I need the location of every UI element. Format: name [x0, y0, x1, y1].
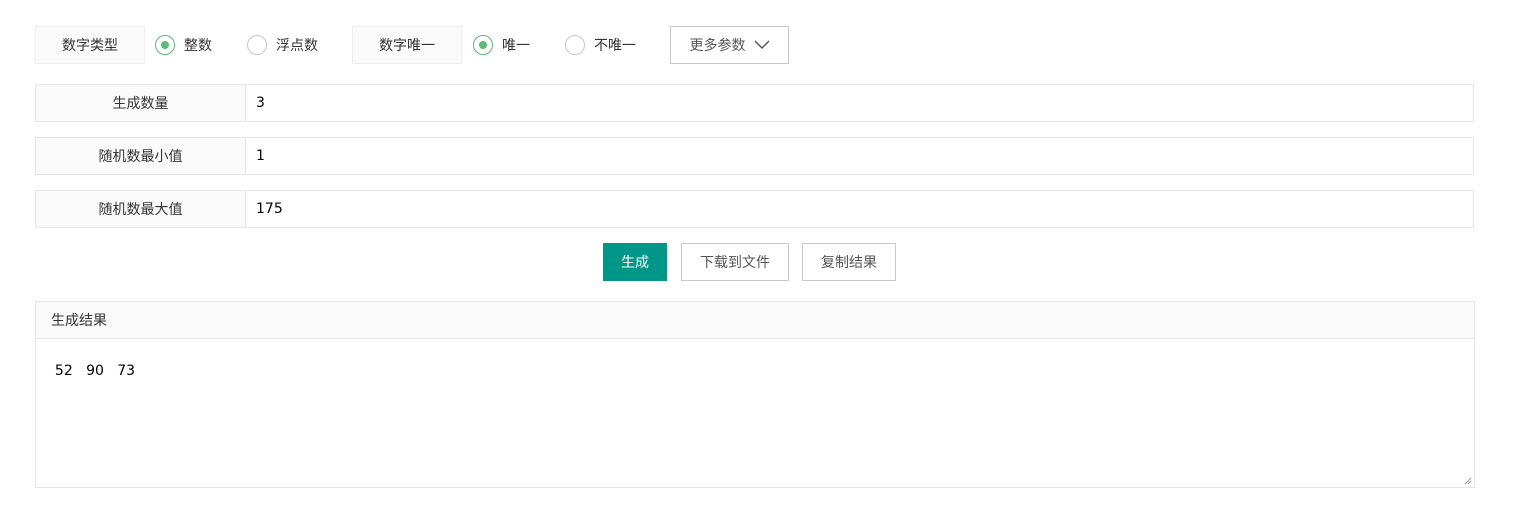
min-row: 随机数最小值 [35, 137, 1474, 175]
radio-float-label: 浮点数 [276, 38, 318, 54]
result-content: 52 90 73 [54, 363, 136, 379]
min-label: 随机数最小值 [36, 138, 246, 174]
max-label: 随机数最大值 [36, 191, 246, 227]
number-type-label: 数字类型 [35, 26, 145, 64]
download-button[interactable]: 下载到文件 [681, 243, 789, 281]
radio-integer-circle[interactable] [155, 35, 175, 55]
max-input[interactable] [246, 191, 1473, 227]
radio-not-unique[interactable]: 不唯一 [565, 35, 636, 55]
result-header: 生成结果 [35, 301, 1475, 339]
copy-button[interactable]: 复制结果 [802, 243, 896, 281]
chevron-down-icon [754, 40, 769, 49]
radio-float-circle[interactable] [247, 35, 267, 55]
resize-grip-icon[interactable] [1464, 477, 1472, 485]
radio-not-unique-label: 不唯一 [594, 38, 636, 54]
radio-integer-label: 整数 [184, 38, 212, 54]
count-row: 生成数量 [35, 84, 1474, 122]
result-title: 生成结果 [51, 313, 107, 329]
generate-button[interactable]: 生成 [603, 243, 667, 281]
min-input[interactable] [246, 138, 1473, 174]
radio-unique[interactable]: 唯一 [473, 35, 530, 55]
count-input[interactable] [246, 85, 1473, 121]
max-row: 随机数最大值 [35, 190, 1474, 228]
radio-not-unique-circle[interactable] [565, 35, 585, 55]
more-params-button[interactable]: 更多参数 [670, 26, 789, 64]
radio-float[interactable]: 浮点数 [247, 35, 318, 55]
number-unique-label: 数字唯一 [352, 26, 462, 64]
radio-unique-circle[interactable] [473, 35, 493, 55]
count-label: 生成数量 [36, 85, 246, 121]
radio-integer[interactable]: 整数 [155, 35, 212, 55]
more-params-label: 更多参数 [689, 38, 746, 54]
radio-unique-label: 唯一 [502, 38, 530, 54]
result-textarea[interactable]: 52 90 73 [35, 339, 1475, 488]
